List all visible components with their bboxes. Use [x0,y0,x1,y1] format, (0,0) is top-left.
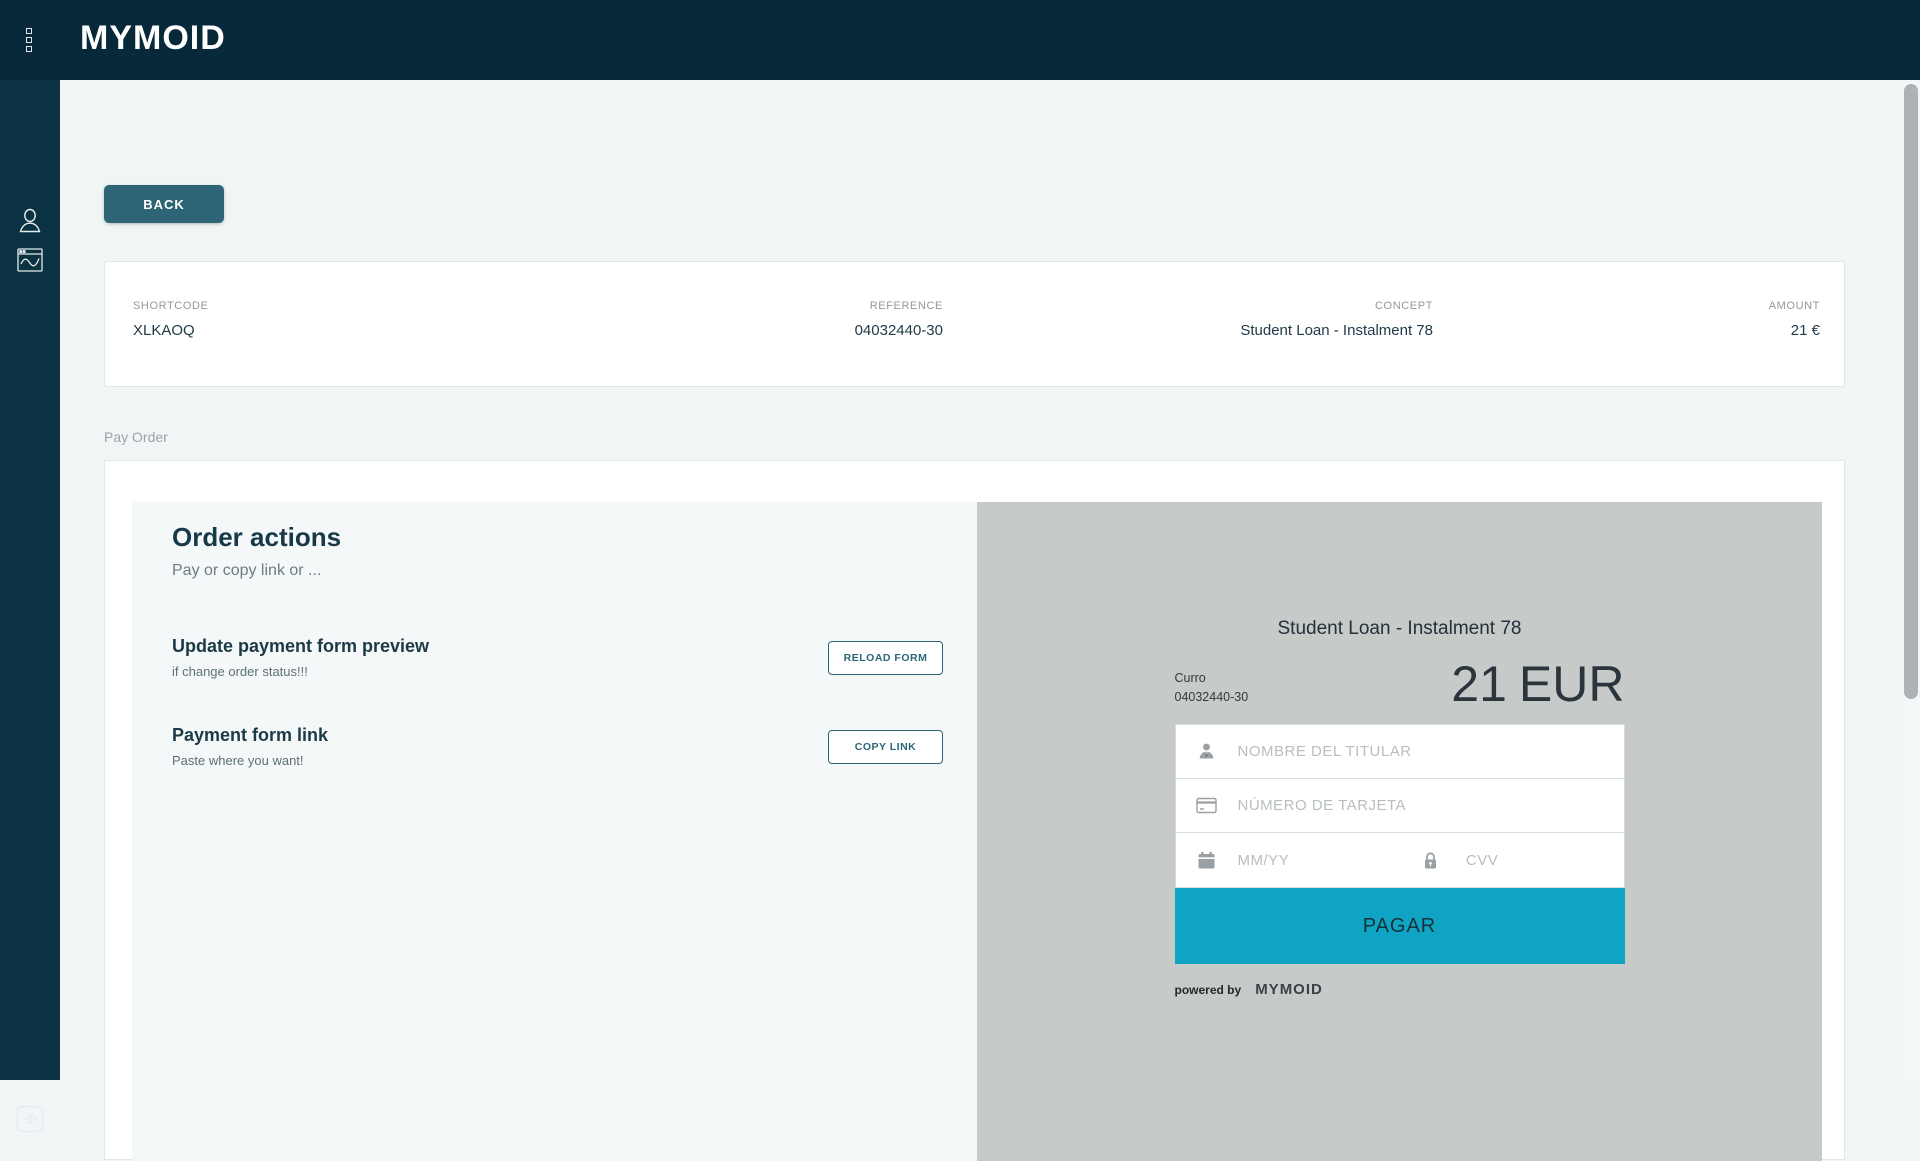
reload-form-button[interactable]: RELOAD FORM [828,641,943,675]
powered-by-row: powered by MYMOID [1175,981,1625,998]
payment-form-preview: Student Loan - Instalment 78 Curro 04032… [977,502,1822,1161]
sidebar-item-user[interactable] [0,208,60,234]
preview-amount: 21EUR [1451,658,1624,710]
reference-label: REFERENCE [855,300,943,312]
preview-concept-title: Student Loan - Instalment 78 [977,502,1822,640]
preview-amount-row: Curro 04032440-30 21EUR [1175,658,1625,710]
sidebar-item-disconnect[interactable] [0,1105,60,1133]
amount-currency: EUR [1519,656,1625,712]
back-button[interactable]: BACK [104,185,224,223]
shortcode-label: SHORTCODE [133,300,208,312]
summary-reference: REFERENCE 04032440-30 [855,300,943,339]
user-icon [18,208,42,234]
scrollbar-thumb[interactable] [1904,84,1918,699]
amount-value: 21 € [1769,322,1820,339]
cvv-input[interactable] [1466,852,1665,869]
copy-link-subtitle: Paste where you want! [172,753,328,768]
order-actions-panel: Order actions Pay or copy link or ... Up… [132,502,977,1161]
disconnect-icon [16,1105,44,1133]
cardholder-input[interactable] [1238,743,1624,760]
copy-link-text: Payment form link Paste where you want! [172,725,328,768]
page-scrollbar[interactable] [1903,80,1920,1080]
payment-form-icon [17,248,43,272]
amount-number: 21 [1451,656,1507,712]
card-number-input[interactable] [1238,797,1624,814]
expiry-input[interactable] [1238,852,1437,869]
reference-value: 04032440-30 [855,322,943,339]
payer-reference: 04032440-30 [1175,690,1249,704]
powered-by-label: powered by [1175,983,1242,997]
pay-order-section-label: Pay Order [104,429,168,445]
lock-icon [1422,851,1466,870]
amount-label: AMOUNT [1769,300,1820,312]
copy-link-button[interactable]: COPY LINK [828,730,943,764]
brand-logo: MYMOID [80,19,226,58]
order-summary-card: SHORTCODE XLKAOQ REFERENCE 04032440-30 C… [104,261,1845,387]
shortcode-value: XLKAOQ [133,322,208,339]
summary-shortcode: SHORTCODE XLKAOQ [133,300,208,339]
payer-name: Curro [1175,671,1206,685]
summary-concept: CONCEPT Student Loan - Instalment 78 [1240,300,1433,339]
copy-link-title: Payment form link [172,725,328,746]
sidebar-item-payment-forms[interactable] [0,248,60,272]
calendar-icon [1176,851,1238,870]
sidebar [0,80,60,1080]
payer-block: Curro 04032440-30 [1175,671,1249,710]
payment-card-form [1175,724,1625,888]
reload-form-subtitle: if change order status!!! [172,664,429,679]
cardholder-row [1176,725,1624,779]
expiry-field [1176,851,1422,870]
reload-form-text: Update payment form preview if change or… [172,636,429,679]
pay-order-panel: Order actions Pay or copy link or ... Up… [104,460,1845,1160]
powered-by-brand-logo: MYMOID [1255,981,1323,998]
copy-link-row: Payment form link Paste where you want! … [172,725,943,768]
summary-amount: AMOUNT 21 € [1769,300,1820,339]
card-number-row [1176,779,1624,833]
order-actions-title: Order actions [172,522,943,553]
expiry-cvv-row [1176,833,1624,887]
credit-card-icon [1176,797,1238,814]
pagar-button[interactable]: PAGAR [1175,888,1625,964]
concept-label: CONCEPT [1240,300,1433,312]
top-bar: MYMOID [0,0,1920,80]
concept-value: Student Loan - Instalment 78 [1240,322,1433,339]
order-actions-subtitle: Pay or copy link or ... [172,562,943,580]
cvv-field [1422,851,1624,870]
main-content: BACK SHORTCODE XLKAOQ REFERENCE 04032440… [60,80,1903,1080]
reload-form-row: Update payment form preview if change or… [172,636,943,679]
reload-form-title: Update payment form preview [172,636,429,657]
menu-icon[interactable] [22,28,36,52]
person-icon [1176,742,1238,761]
